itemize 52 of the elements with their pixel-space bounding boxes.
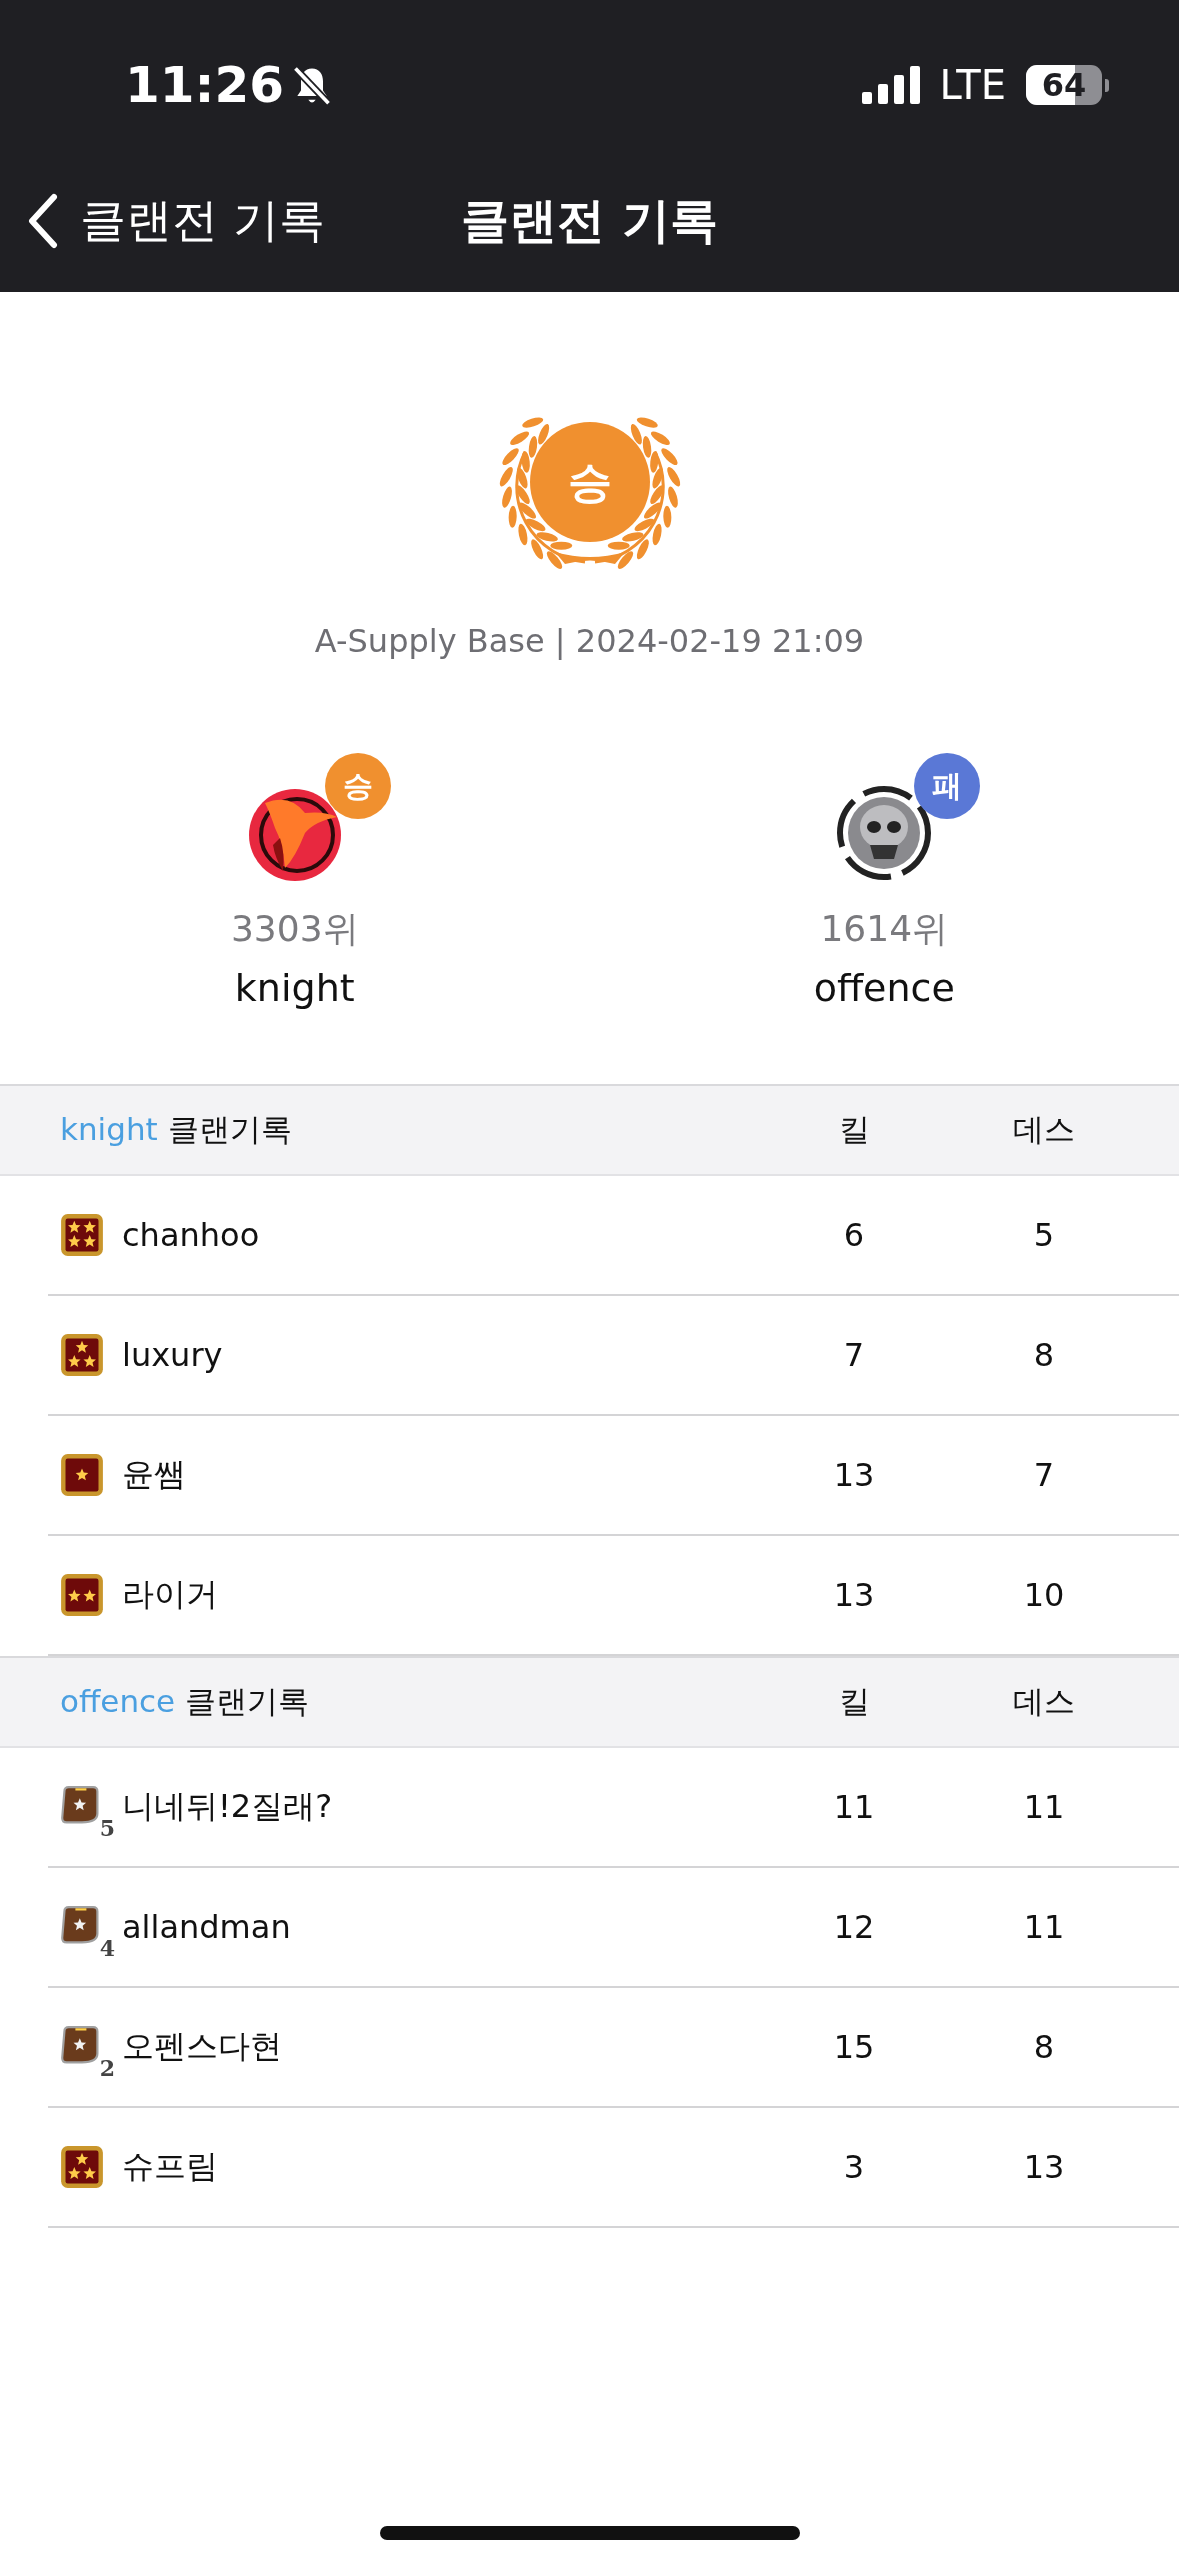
column-header: 데스 (1012, 1110, 1076, 1149)
network-label: LTE (939, 62, 1006, 108)
player-name: 라이거 (122, 1574, 218, 1615)
clan-name: offence (813, 966, 955, 1010)
page-title: 클랜전 기록 (461, 192, 718, 248)
kills-cell-text: 6 (842, 1216, 866, 1254)
column-header: 데스 (1012, 1682, 1076, 1721)
player-name: allandman (122, 1908, 291, 1946)
deaths-cell-text: 10 (1022, 1576, 1066, 1614)
signal-icon (861, 66, 920, 104)
deaths-cell-text: 13 (1022, 2148, 1066, 2186)
deaths-cell-text: 11 (1022, 1788, 1066, 1826)
section-title: knight 클랜기록 (60, 1110, 293, 1149)
rank-badge-icon (60, 1573, 104, 1617)
badge-number: 2 (98, 2057, 116, 2079)
result-badge: 승 (324, 753, 391, 819)
deaths-cell-text: 8 (1032, 1336, 1056, 1374)
clan-name: knight (234, 966, 355, 1010)
rank-badge-icon (60, 1213, 104, 1257)
player-name: 니네뒤!2질래? (122, 1786, 333, 1827)
column-header: 킬 (837, 1682, 871, 1721)
badge-number: 4 (98, 1937, 116, 1959)
player-name: 슈프림 (122, 2146, 218, 2187)
match-info: A-Supply Base | 2024-02-19 21:09 (314, 622, 865, 660)
kills-cell-text: 7 (842, 1336, 866, 1374)
clan-rank: 1614위 (820, 907, 949, 951)
deaths-cell-text: 11 (1022, 1908, 1066, 1946)
deaths-cell-text: 5 (1032, 1216, 1056, 1254)
rank-badge-icon (60, 1453, 104, 1497)
player-name: 윤쌤 (122, 1454, 186, 1495)
player-name: luxury (122, 1336, 223, 1374)
column-header: 킬 (837, 1110, 871, 1149)
back-button[interactable]: 클랜전 기록 (0, 189, 331, 253)
kills-cell-text: 13 (832, 1456, 876, 1494)
badge-number: 5 (98, 1817, 116, 1839)
kills-cell-text: 11 (832, 1788, 876, 1826)
rank-badge-icon (60, 2145, 104, 2189)
kills-cell-text: 13 (832, 1576, 876, 1614)
chevron-left-icon (26, 193, 60, 249)
deaths-cell-text: 8 (1032, 2028, 1056, 2066)
result-medal: 승 (529, 422, 650, 542)
player-name: chanhoo (122, 1216, 260, 1254)
result-badge: 패 (914, 753, 981, 819)
status-time: 11:26 (125, 56, 285, 114)
kills-cell-text: 3 (842, 2148, 866, 2186)
deaths-cell-text: 7 (1032, 1456, 1056, 1494)
rank-badge-icon (60, 1333, 104, 1377)
clan-rank: 3303위 (230, 907, 359, 951)
player-name: 오펜스다현 (122, 2026, 282, 2067)
kills-cell-text: 15 (832, 2028, 876, 2066)
section-title: offence 클랜기록 (60, 1682, 311, 1721)
kills-cell-text: 12 (832, 1908, 876, 1946)
